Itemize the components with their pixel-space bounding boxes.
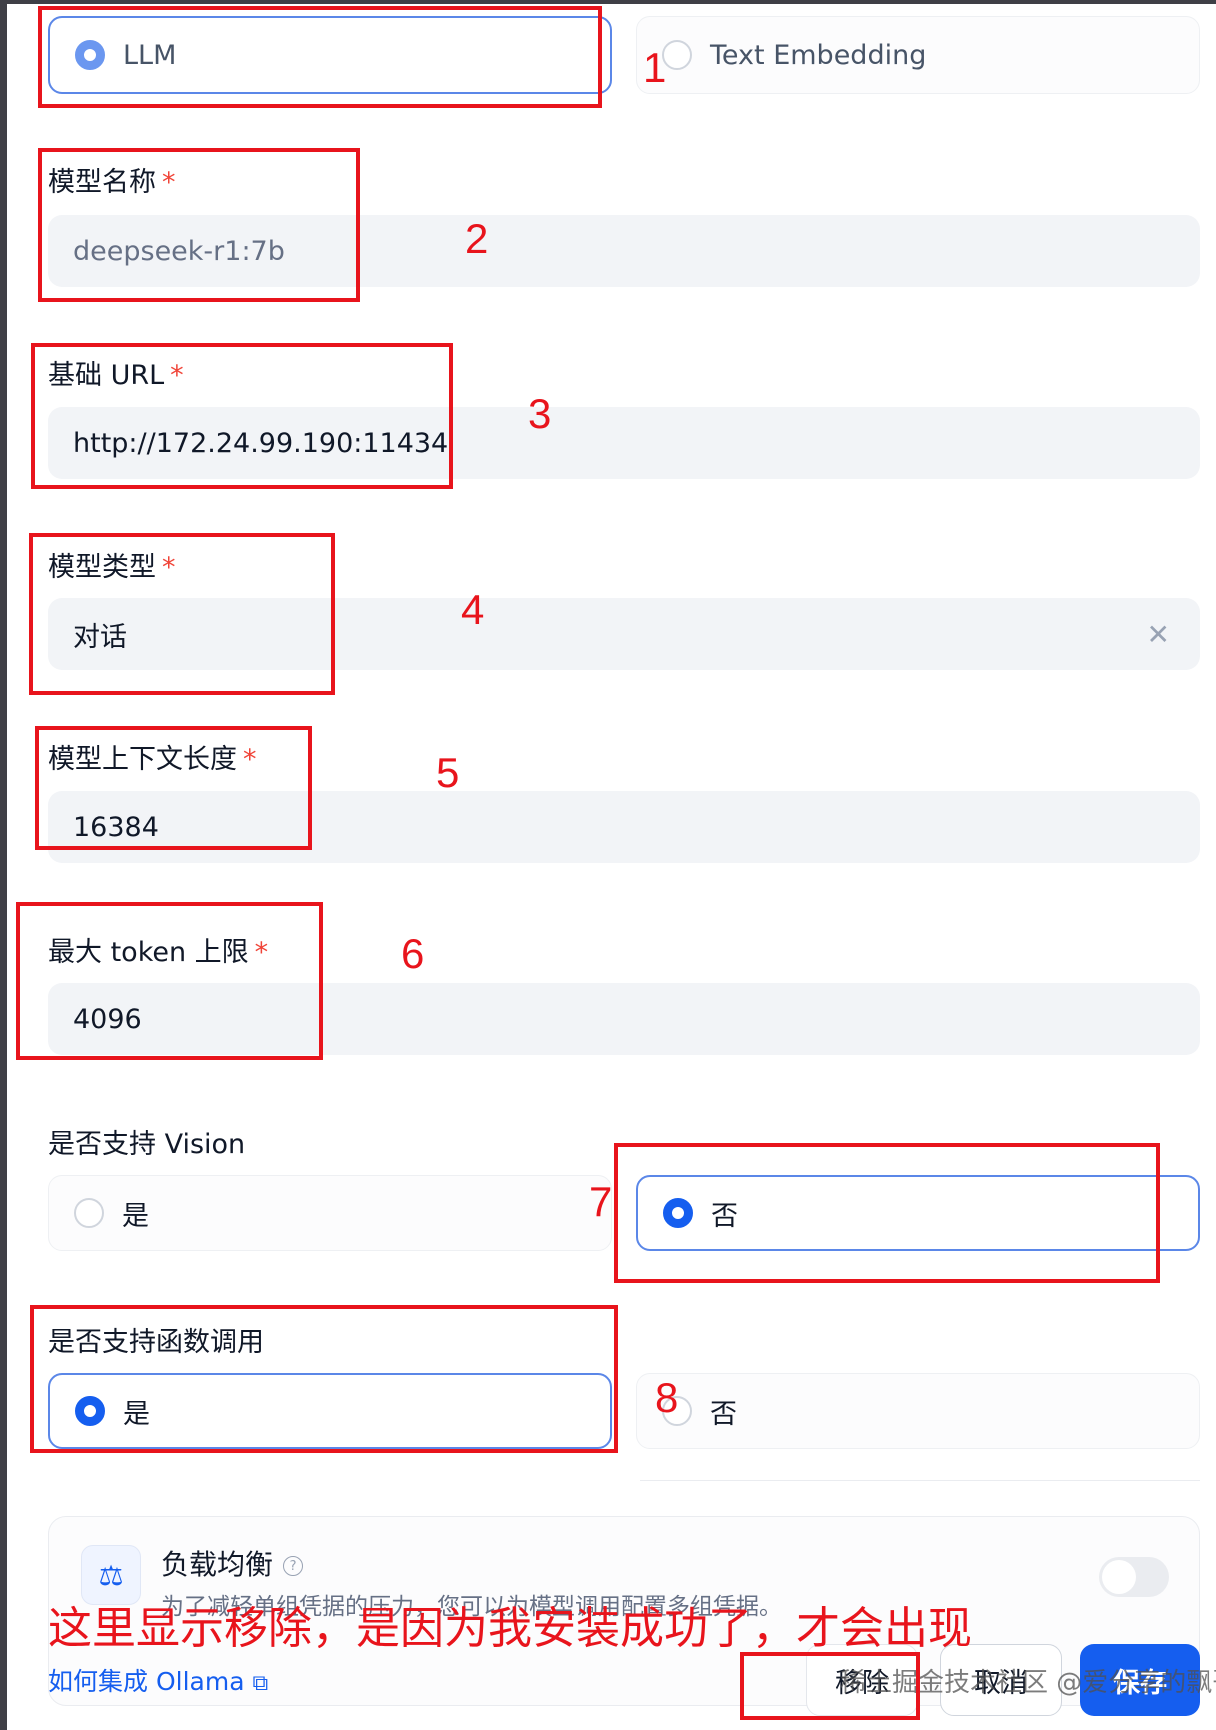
window-top-edge bbox=[0, 0, 1216, 4]
option-text-embedding[interactable]: Text Embedding bbox=[636, 16, 1200, 94]
annotation-number-7: 7 bbox=[589, 1178, 613, 1225]
option-llm[interactable]: LLM bbox=[48, 16, 612, 94]
save-button[interactable]: 保存 bbox=[1080, 1644, 1200, 1716]
context-length-input[interactable]: 16384 bbox=[48, 791, 1200, 863]
annotation-number-6: 6 bbox=[401, 930, 425, 977]
annotation-number-3: 3 bbox=[528, 390, 552, 437]
question-circle-icon[interactable]: ? bbox=[283, 1556, 304, 1576]
option-llm-label: LLM bbox=[123, 39, 177, 71]
vision-option-yes[interactable]: 是 bbox=[48, 1175, 612, 1251]
required-mark: * bbox=[254, 937, 269, 968]
toggle-knob bbox=[1102, 1560, 1136, 1594]
model-name-label: 模型名称 * bbox=[48, 167, 176, 198]
load-balance-toggle[interactable] bbox=[1099, 1557, 1169, 1597]
model-name-input[interactable]: deepseek-r1:7b bbox=[48, 215, 1200, 287]
close-icon[interactable]: ✕ bbox=[1147, 618, 1170, 651]
ollama-help-link[interactable]: 如何集成 Ollama ⧉ bbox=[48, 1662, 268, 1698]
context-length-value: 16384 bbox=[73, 811, 159, 843]
radio-text-embedding[interactable] bbox=[662, 40, 692, 70]
option-text-embedding-label: Text Embedding bbox=[710, 39, 927, 71]
required-mark: * bbox=[243, 744, 257, 775]
divider bbox=[640, 1480, 1200, 1481]
model-category-value: 对话 bbox=[73, 621, 127, 653]
base-url-label: 基础 URL * bbox=[48, 360, 184, 391]
required-mark: * bbox=[170, 360, 184, 391]
max-tokens-input[interactable]: 4096 bbox=[48, 983, 1200, 1055]
radio-llm[interactable] bbox=[75, 40, 105, 70]
load-balance-title: 负载均衡? bbox=[161, 1543, 304, 1583]
function-call-option-yes-label: 是 bbox=[123, 1398, 150, 1430]
radio-function-call-yes[interactable] bbox=[75, 1396, 105, 1426]
max-tokens-value: 4096 bbox=[73, 1003, 142, 1035]
vision-label: 是否支持 Vision bbox=[48, 1129, 246, 1160]
external-link-icon: ⧉ bbox=[252, 1671, 269, 1696]
radio-vision-yes[interactable] bbox=[74, 1198, 104, 1228]
vision-option-no-label: 否 bbox=[711, 1200, 738, 1232]
annotation-number-1: 1 bbox=[643, 44, 667, 91]
base-url-value: http://172.24.99.190:11434 bbox=[73, 427, 449, 459]
required-mark: * bbox=[162, 167, 176, 198]
function-call-option-no[interactable]: 否 bbox=[636, 1373, 1200, 1449]
vision-option-no[interactable]: 否 bbox=[636, 1175, 1200, 1251]
model-category-select[interactable]: 对话 ✕ bbox=[48, 598, 1200, 670]
annotation-number-2: 2 bbox=[465, 215, 489, 262]
max-tokens-label: 最大 token 上限 * bbox=[48, 937, 269, 968]
function-call-option-no-label: 否 bbox=[710, 1398, 737, 1430]
radio-vision-no[interactable] bbox=[663, 1198, 693, 1228]
annotation-number-4: 4 bbox=[461, 586, 485, 633]
model-name-placeholder: deepseek-r1:7b bbox=[73, 235, 285, 267]
required-mark: * bbox=[162, 552, 176, 583]
base-url-input[interactable]: http://172.24.99.190:11434 bbox=[48, 407, 1200, 479]
annotation-number-5: 5 bbox=[436, 749, 460, 796]
annotation-number-8: 8 bbox=[655, 1374, 679, 1421]
window-left-edge bbox=[0, 0, 7, 1730]
annotation-caption: 这里显示移除，是因为我安装成功了，才会出现 bbox=[48, 1603, 972, 1654]
context-length-label: 模型上下文长度 * bbox=[48, 744, 257, 775]
function-call-option-yes[interactable]: 是 bbox=[48, 1373, 612, 1449]
function-call-label: 是否支持函数调用 bbox=[48, 1327, 264, 1358]
model-category-label: 模型类型 * bbox=[48, 552, 176, 583]
vision-option-yes-label: 是 bbox=[122, 1200, 149, 1232]
